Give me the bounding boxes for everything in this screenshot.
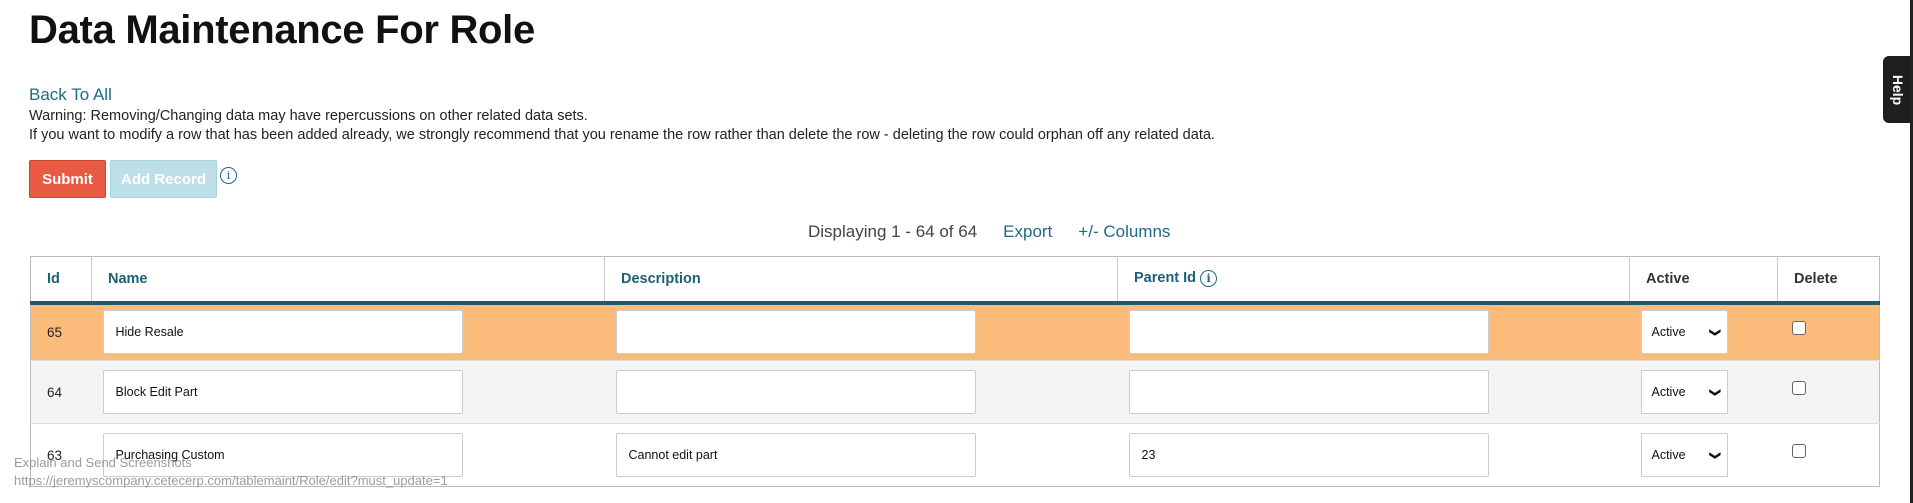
header-active: Active (1629, 256, 1778, 305)
screenshot-overlay-label: Explain and Send Screenshots (14, 455, 192, 470)
page-title: Data Maintenance For Role (29, 8, 535, 52)
description-input[interactable] (615, 310, 976, 355)
active-select[interactable]: Active ❯ (1640, 370, 1728, 414)
header-parent-id[interactable]: Parent Id i (1117, 256, 1630, 305)
chevron-down-icon: ❯ (1709, 327, 1722, 337)
table-row: 64 Block Edit Part Active ❯ (30, 360, 1880, 424)
delete-checkbox[interactable] (1791, 381, 1806, 395)
back-to-all-link[interactable]: Back To All (29, 85, 112, 105)
warning-text: Warning: Removing/Changing data may have… (29, 108, 588, 124)
name-input[interactable]: Block Edit Part (102, 370, 463, 414)
screenshot-overlay-url: https://jeremyscompany.cetecerp.com/tabl… (14, 473, 448, 488)
displaying-count: Displaying 1 - 64 of 64 (808, 222, 978, 241)
active-select[interactable]: Active ❯ (1640, 433, 1728, 477)
columns-toggle-link[interactable]: +/- Columns (1078, 222, 1170, 242)
row-id: 65 (30, 302, 92, 361)
info-icon[interactable]: i (220, 167, 237, 184)
chevron-down-icon: ❯ (1709, 450, 1722, 460)
parent-id-input[interactable] (1128, 370, 1489, 414)
data-table: Id Name Description Parent Id i Active D… (30, 256, 1880, 487)
chevron-down-icon: ❯ (1709, 387, 1722, 397)
header-id[interactable]: Id (30, 256, 92, 305)
name-input[interactable]: Hide Resale (102, 310, 463, 355)
delete-checkbox[interactable] (1791, 444, 1806, 458)
warning-recommendation: If you want to modify a row that has bee… (29, 127, 1215, 143)
row-id: 64 (30, 360, 92, 424)
description-input[interactable] (615, 370, 976, 414)
listing-bar: Displaying 1 - 64 of 64 Export +/- Colum… (808, 222, 1170, 242)
parent-id-input[interactable] (1128, 310, 1489, 355)
delete-checkbox[interactable] (1791, 321, 1806, 336)
parent-id-input[interactable] (1128, 433, 1489, 477)
export-link[interactable]: Export (1003, 222, 1052, 242)
active-select[interactable]: Active ❯ (1640, 310, 1728, 355)
header-description[interactable]: Description (604, 256, 1118, 305)
description-input[interactable] (615, 433, 976, 477)
add-record-button[interactable]: Add Record (110, 160, 217, 198)
info-icon[interactable]: i (1200, 270, 1218, 288)
submit-button[interactable]: Submit (29, 160, 106, 198)
table-row: 65 Hide Resale Active ❯ (30, 302, 1880, 361)
help-tab[interactable]: Help (1883, 56, 1913, 123)
header-delete: Delete (1777, 256, 1880, 305)
header-name[interactable]: Name (91, 256, 605, 305)
